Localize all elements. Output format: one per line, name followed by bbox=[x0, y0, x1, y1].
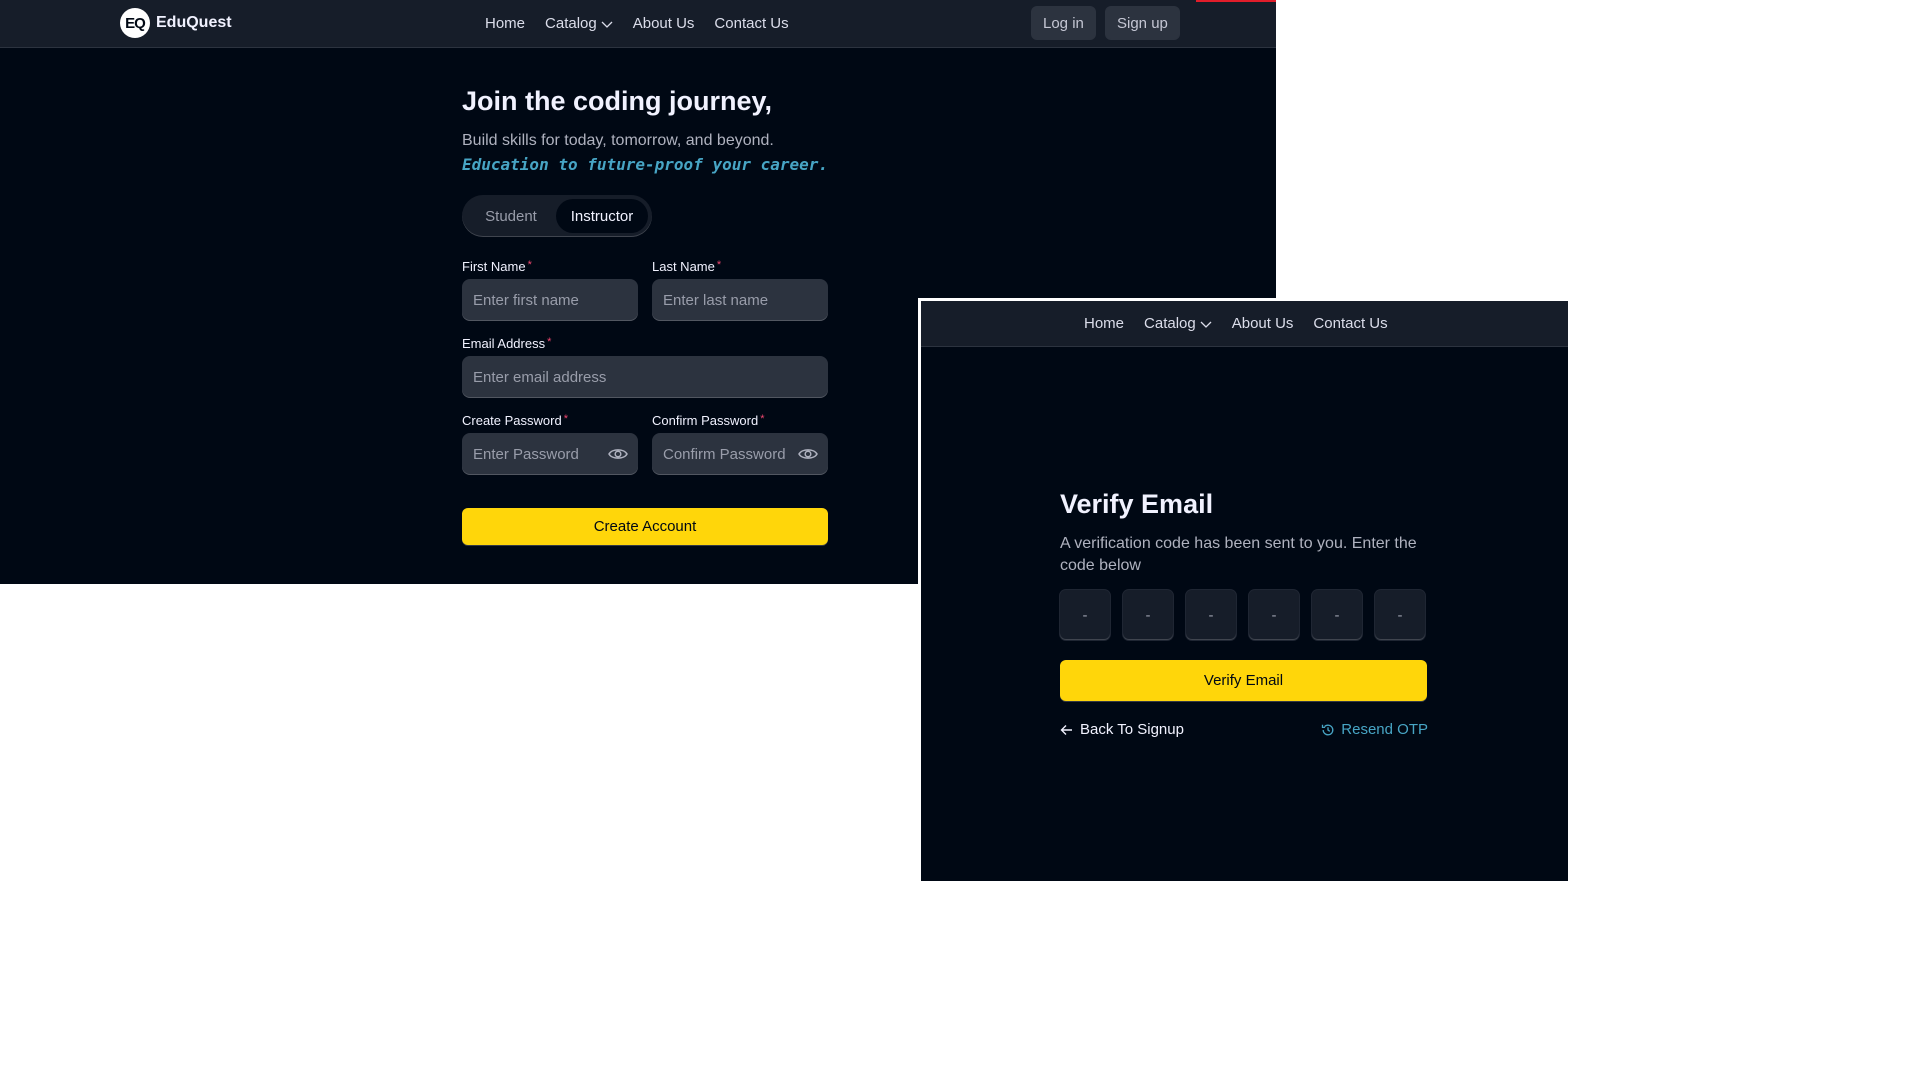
page-tagline: Education to future-proof your career. bbox=[462, 155, 829, 174]
history-icon bbox=[1322, 724, 1334, 735]
otp-input-6[interactable]: - bbox=[1375, 590, 1425, 640]
confirm-password-label: Confirm Password * bbox=[652, 413, 764, 428]
verify-window-content: Home Catalog About Us Contact Us Verify … bbox=[921, 301, 1568, 881]
nav-links: Home Catalog About Us Contact Us bbox=[485, 0, 789, 47]
eye-icon[interactable] bbox=[798, 445, 818, 463]
logo-icon: EQ bbox=[120, 8, 150, 38]
first-name-label: First Name * bbox=[462, 259, 532, 274]
login-button[interactable]: Log in bbox=[1031, 6, 1096, 40]
otp-inputs: - - - - - - bbox=[1060, 590, 1425, 640]
required-mark: * bbox=[527, 259, 532, 271]
back-to-signup-link[interactable]: Back To Signup bbox=[1060, 721, 1184, 738]
required-mark: * bbox=[716, 259, 722, 271]
role-instructor-tab[interactable]: Instructor bbox=[556, 199, 648, 233]
first-name-label-text: First Name bbox=[462, 259, 526, 274]
email-label: Email Address * bbox=[462, 336, 551, 351]
page-title: Join the coding journey, bbox=[462, 86, 773, 116]
required-mark: * bbox=[563, 413, 568, 425]
password-placeholder: Enter Password bbox=[473, 445, 579, 463]
arrow-left-icon bbox=[1060, 724, 1072, 735]
confirm-password-label-text: Confirm Password bbox=[652, 413, 759, 428]
last-name-input[interactable]: Enter last name bbox=[652, 279, 828, 321]
resend-otp-label: Resend OTP bbox=[1341, 721, 1428, 738]
otp-input-3[interactable]: - bbox=[1186, 590, 1236, 640]
chevron-down-icon bbox=[601, 21, 613, 28]
back-to-signup-label: Back To Signup bbox=[1080, 721, 1184, 738]
signup-button[interactable]: Sign up bbox=[1105, 6, 1180, 40]
verify-window: Home Catalog About Us Contact Us Verify … bbox=[918, 298, 1568, 881]
confirm-password-placeholder: Confirm Password bbox=[663, 445, 786, 463]
email-input[interactable]: Enter email address bbox=[462, 356, 828, 398]
nav-catalog-label: Catalog bbox=[1144, 315, 1196, 332]
brand-name: EduQuest bbox=[156, 14, 232, 31]
otp-input-2[interactable]: - bbox=[1123, 590, 1173, 640]
nav-catalog[interactable]: Catalog bbox=[545, 15, 613, 32]
resend-otp-button[interactable]: Resend OTP bbox=[1321, 721, 1428, 738]
password-label: Create Password * bbox=[462, 413, 568, 428]
password-input[interactable]: Enter Password bbox=[462, 433, 638, 475]
verify-email-button[interactable]: Verify Email bbox=[1060, 660, 1427, 701]
nav-catalog-label: Catalog bbox=[545, 15, 597, 32]
nav-contact[interactable]: Contact Us bbox=[1313, 315, 1387, 332]
last-name-label-text: Last Name bbox=[652, 259, 715, 274]
create-account-button[interactable]: Create Account bbox=[462, 508, 828, 545]
logo[interactable]: EQ EduQuest bbox=[120, 8, 232, 38]
required-mark: * bbox=[760, 413, 765, 425]
nav-home[interactable]: Home bbox=[485, 15, 525, 32]
navbar: EQ EduQuest Home Catalog About Us Contac… bbox=[0, 0, 1276, 48]
top-accent-bar bbox=[1196, 0, 1276, 2]
otp-input-4[interactable]: - bbox=[1249, 590, 1299, 640]
verify-title: Verify Email bbox=[1060, 489, 1214, 519]
password-label-text: Create Password bbox=[462, 413, 562, 428]
role-toggle: Student Instructor bbox=[462, 195, 652, 237]
role-student-tab[interactable]: Student bbox=[466, 199, 556, 233]
verify-description: A verification code has been sent to you… bbox=[1060, 535, 1417, 574]
chevron-down-icon bbox=[1200, 321, 1212, 328]
last-name-label: Last Name * bbox=[652, 259, 721, 274]
navbar: Home Catalog About Us Contact Us bbox=[921, 301, 1568, 347]
first-name-input[interactable]: Enter first name bbox=[462, 279, 638, 321]
nav-home[interactable]: Home bbox=[1084, 315, 1124, 332]
nav-about[interactable]: About Us bbox=[633, 15, 695, 32]
email-label-text: Email Address bbox=[462, 336, 546, 351]
otp-input-5[interactable]: - bbox=[1312, 590, 1362, 640]
nav-about[interactable]: About Us bbox=[1232, 315, 1294, 332]
page-subtitle: Build skills for today, tomorrow, and be… bbox=[462, 132, 774, 149]
confirm-password-input[interactable]: Confirm Password bbox=[652, 433, 828, 475]
required-mark: * bbox=[547, 336, 552, 348]
eye-icon[interactable] bbox=[608, 445, 628, 463]
nav-catalog[interactable]: Catalog bbox=[1144, 315, 1212, 332]
otp-input-1[interactable]: - bbox=[1060, 590, 1110, 640]
nav-links: Home Catalog About Us Contact Us bbox=[1084, 301, 1388, 346]
nav-contact[interactable]: Contact Us bbox=[714, 15, 788, 32]
